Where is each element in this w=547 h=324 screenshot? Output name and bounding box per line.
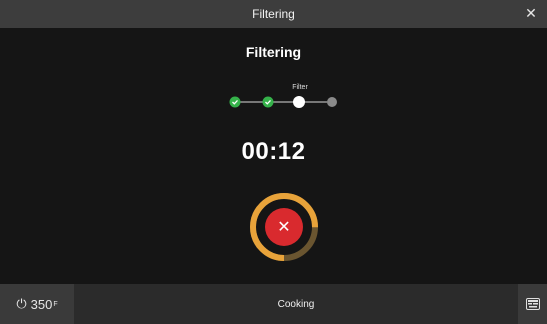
step-2-done-icon bbox=[262, 96, 274, 108]
step-4-pending-dot bbox=[327, 97, 337, 107]
step-3-current-dot bbox=[293, 96, 305, 108]
keyboard-button[interactable] bbox=[518, 284, 547, 324]
window-title: Filtering bbox=[252, 7, 295, 21]
power-icon: ⏻ bbox=[16, 296, 27, 311]
step-1-done-icon bbox=[229, 96, 241, 108]
close-icon[interactable]: ✕ bbox=[523, 5, 539, 21]
main-panel: Filtering Filter 00:12 ✕ bbox=[0, 28, 547, 286]
timer-display: 00:12 bbox=[241, 138, 306, 165]
step-indicator bbox=[0, 84, 547, 124]
page-heading: Filtering bbox=[245, 44, 302, 60]
keyboard-icon bbox=[525, 298, 540, 310]
power-value: 350 bbox=[30, 296, 53, 312]
power-button[interactable]: ⏻ 350 F bbox=[0, 284, 74, 324]
step-indicator-svg bbox=[229, 96, 337, 108]
title-bar: Filtering ✕ bbox=[0, 0, 547, 28]
stop-button[interactable]: ✕ bbox=[265, 208, 303, 246]
close-icon: ✕ bbox=[277, 219, 291, 236]
cooking-label: Cooking bbox=[277, 298, 315, 310]
bottom-bar: ⏻ 350 F Cooking bbox=[0, 284, 547, 324]
power-unit: F bbox=[53, 300, 58, 308]
cooking-status: Cooking bbox=[74, 284, 518, 324]
